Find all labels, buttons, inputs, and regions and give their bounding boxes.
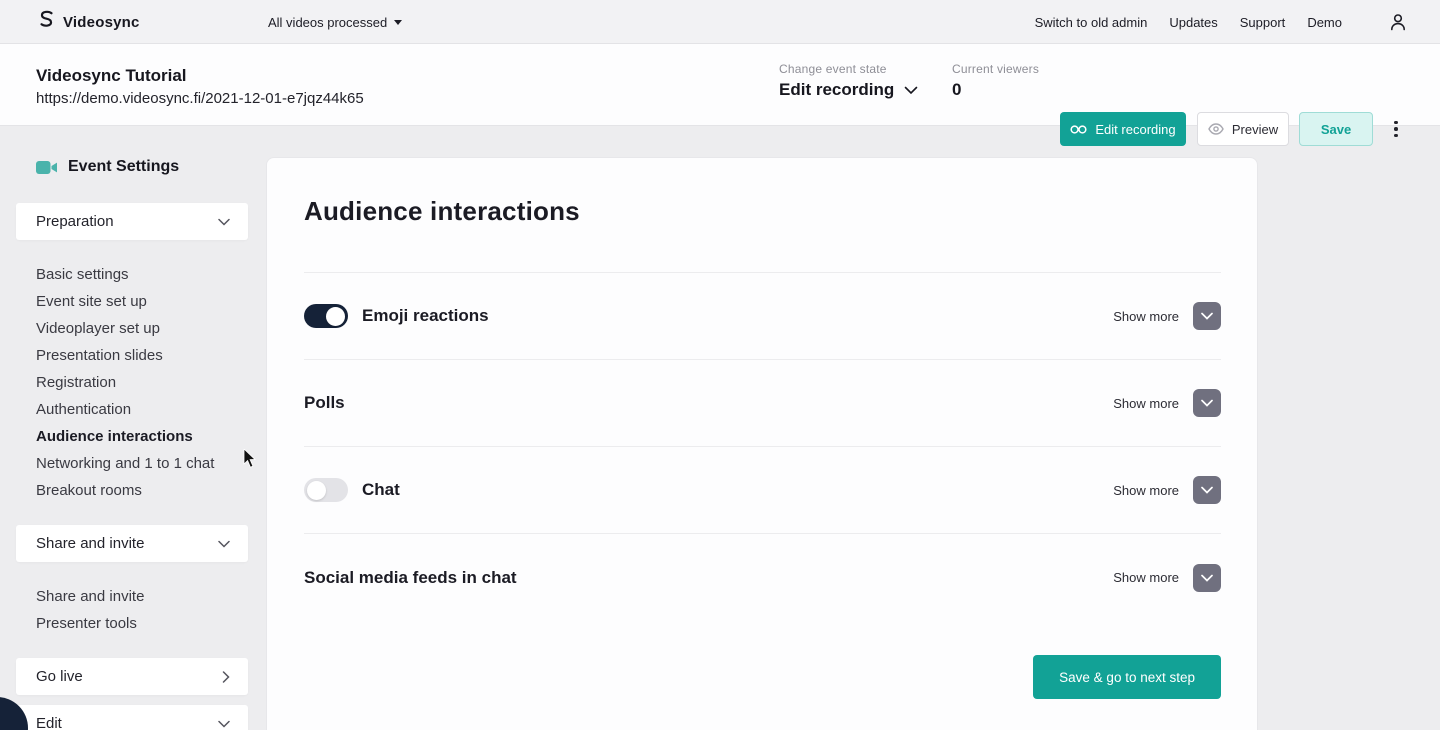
feature-label: Social media feeds in chat <box>304 568 517 588</box>
sidebar-item-event-site-set-up[interactable]: Event site set up <box>36 288 248 315</box>
event-header: Videosync Tutorial https://demo.videosyn… <box>0 44 1440 126</box>
event-state-dropdown[interactable]: Edit recording <box>779 80 918 100</box>
sidebar-item-share-and-invite[interactable]: Share and invite <box>36 583 248 610</box>
link-switch-old-admin[interactable]: Switch to old admin <box>1035 15 1148 30</box>
feature-row-chat: Chat Show more <box>304 447 1221 534</box>
sidebar-item-audience-interactions[interactable]: Audience interactions <box>36 423 248 450</box>
link-support[interactable]: Support <box>1240 15 1286 30</box>
show-more-link[interactable]: Show more <box>1113 570 1179 585</box>
chat-toggle[interactable] <box>304 478 348 502</box>
processed-status-dropdown[interactable]: All videos processed <box>268 0 402 44</box>
sidebar-item-networking-1to1-chat[interactable]: Networking and 1 to 1 chat <box>36 450 248 477</box>
mouse-cursor <box>243 449 257 474</box>
current-viewers-count: 0 <box>952 80 1039 100</box>
save-next-step-button[interactable]: Save & go to next step <box>1033 655 1221 699</box>
eye-icon <box>1208 123 1224 135</box>
page-title: Audience interactions <box>304 158 1221 227</box>
save-label: Save <box>1321 122 1351 137</box>
show-more-link[interactable]: Show more <box>1113 396 1179 411</box>
sidebar-item-registration[interactable]: Registration <box>36 369 248 396</box>
feature-label: Chat <box>362 480 400 500</box>
preview-button[interactable]: Preview <box>1197 112 1289 146</box>
current-viewers-block: Current viewers 0 <box>952 62 1039 100</box>
sidebar-item-presentation-slides[interactable]: Presentation slides <box>36 342 248 369</box>
chevron-down-icon <box>1201 574 1213 582</box>
current-viewers-label: Current viewers <box>952 62 1039 76</box>
settings-panel: Audience interactions Emoji reactions Sh… <box>266 157 1258 730</box>
preview-label: Preview <box>1232 122 1278 137</box>
sidebar-section-share-and-invite[interactable]: Share and invite <box>16 525 248 562</box>
show-more-link[interactable]: Show more <box>1113 309 1179 324</box>
save-button[interactable]: Save <box>1299 112 1373 146</box>
section-label: Share and invite <box>36 535 144 552</box>
sidebar-item-authentication[interactable]: Authentication <box>36 396 248 423</box>
sidebar-title-label: Event Settings <box>68 158 179 176</box>
event-state-block: Change event state Edit recording <box>779 62 918 100</box>
kebab-menu-icon[interactable] <box>1390 116 1402 142</box>
sidebar-section-edit[interactable]: Edit <box>16 705 248 730</box>
videosync-logo-icon <box>38 10 55 35</box>
link-updates[interactable]: Updates <box>1169 15 1217 30</box>
topbar-links: Switch to old admin Updates Support Demo <box>1035 0 1420 44</box>
expand-dropdown-button[interactable] <box>1193 389 1221 417</box>
recording-icon <box>1070 124 1087 135</box>
chevron-down-icon <box>904 86 918 95</box>
page: Videosync All videos processed Switch to… <box>0 0 1440 730</box>
video-camera-icon <box>36 160 58 175</box>
feature-row-social-media-feeds: Social media feeds in chat Show more <box>304 534 1221 621</box>
section-label: Go live <box>36 668 83 685</box>
event-state-label: Change event state <box>779 62 918 76</box>
feature-row-emoji-reactions: Emoji reactions Show more <box>304 273 1221 360</box>
brand[interactable]: Videosync <box>38 0 140 44</box>
caret-down-icon <box>394 20 402 25</box>
sidebar-item-basic-settings[interactable]: Basic settings <box>36 261 248 288</box>
chevron-down-icon <box>218 218 230 226</box>
expand-dropdown-button[interactable] <box>1193 476 1221 504</box>
topbar: Videosync All videos processed Switch to… <box>0 0 1440 44</box>
event-state-value: Edit recording <box>779 80 894 100</box>
brand-name: Videosync <box>63 14 140 31</box>
chevron-down-icon <box>1201 312 1213 320</box>
preparation-items: Basic settings Event site set up Videopl… <box>36 261 248 504</box>
sidebar-item-videoplayer-set-up[interactable]: Videoplayer set up <box>36 315 248 342</box>
chevron-down-icon <box>1201 399 1213 407</box>
expand-dropdown-button[interactable] <box>1193 302 1221 330</box>
feature-row-polls: Polls Show more <box>304 360 1221 447</box>
chevron-down-icon <box>218 540 230 548</box>
chevron-down-icon <box>218 720 230 728</box>
sidebar-item-presenter-tools[interactable]: Presenter tools <box>36 610 248 637</box>
sidebar-section-go-live[interactable]: Go live <box>16 658 248 695</box>
decorative-circle <box>0 697 28 730</box>
feature-label: Polls <box>304 393 345 413</box>
edit-recording-button[interactable]: Edit recording <box>1060 112 1186 146</box>
link-demo[interactable]: Demo <box>1307 15 1342 30</box>
show-more-link[interactable]: Show more <box>1113 483 1179 498</box>
sidebar-item-breakout-rooms[interactable]: Breakout rooms <box>36 477 248 504</box>
event-url[interactable]: https://demo.videosync.fi/2021-12-01-e7j… <box>36 90 364 107</box>
section-label: Edit <box>36 715 62 730</box>
user-account-icon[interactable] <box>1388 12 1408 32</box>
emoji-reactions-toggle[interactable] <box>304 304 348 328</box>
processed-status-label: All videos processed <box>268 15 387 30</box>
event-title: Videosync Tutorial <box>36 66 187 86</box>
sidebar-section-preparation[interactable]: Preparation <box>16 203 248 240</box>
sidebar-title: Event Settings <box>36 158 179 176</box>
feature-label: Emoji reactions <box>362 306 489 326</box>
share-items: Share and invite Presenter tools <box>36 583 248 637</box>
section-label: Preparation <box>36 213 114 230</box>
save-next-step-label: Save & go to next step <box>1059 670 1195 685</box>
chevron-down-icon <box>1201 486 1213 494</box>
edit-recording-label: Edit recording <box>1095 122 1175 137</box>
chevron-right-icon <box>222 671 230 683</box>
expand-dropdown-button[interactable] <box>1193 564 1221 592</box>
